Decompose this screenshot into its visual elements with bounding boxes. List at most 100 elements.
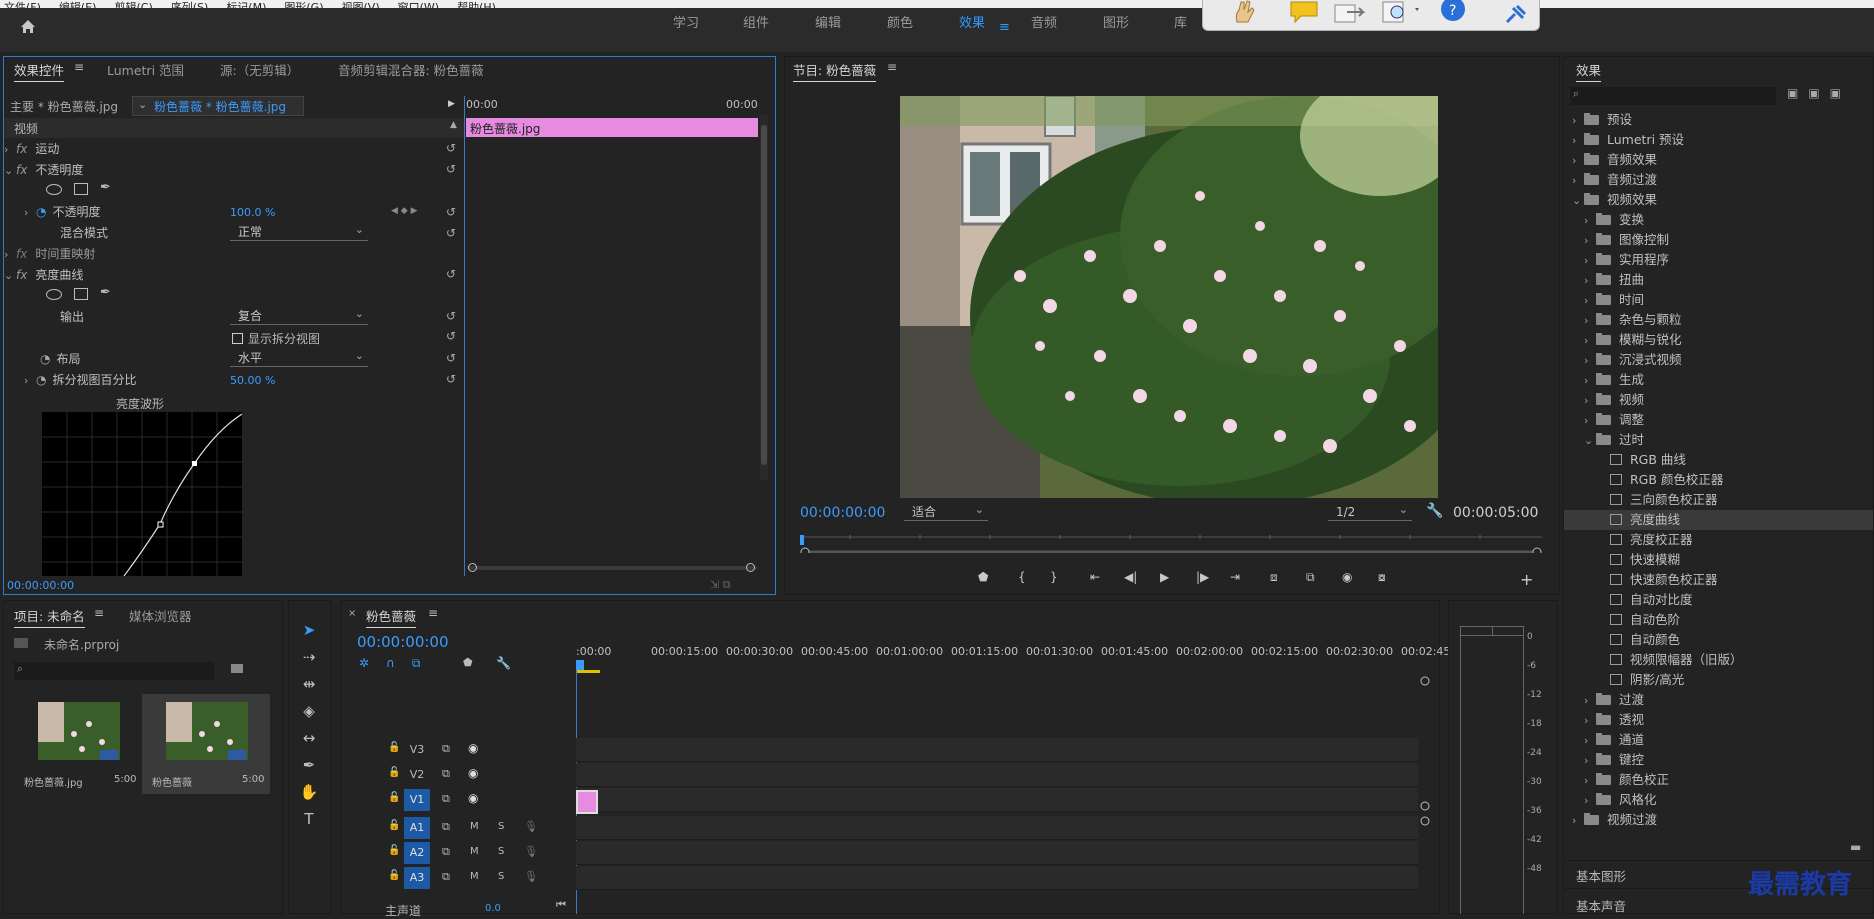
workspace-tab[interactable]: 库	[1174, 12, 1187, 32]
chevron-right-icon[interactable]: ›	[1584, 391, 1596, 411]
sync-lock-icon[interactable]: ⧉	[442, 820, 450, 834]
project-search-input[interactable]	[14, 662, 214, 680]
razor-tool-icon[interactable]: ◈	[296, 699, 322, 723]
chevron-right-icon[interactable]: ›	[1584, 291, 1596, 311]
sync-lock-icon[interactable]: ⧉	[442, 870, 450, 884]
hand-tool-icon[interactable]: ✋	[296, 780, 322, 804]
selection-tool-icon[interactable]: ➤	[296, 618, 322, 642]
effects-tree-item[interactable]: › 视频过渡	[1572, 810, 1657, 830]
reset-icon[interactable]: ↺	[446, 142, 458, 154]
effects-tree-item[interactable]: 三向颜色校正器	[1596, 490, 1718, 510]
resolution-select[interactable]: 1/2	[1328, 502, 1412, 521]
chevron-right-icon[interactable]: ›	[1584, 271, 1596, 291]
workspace-tab[interactable]: 组件	[743, 12, 769, 32]
effects-tree-item[interactable]: › 音频过渡	[1572, 170, 1657, 190]
workspace-tab[interactable]: 图形	[1103, 12, 1129, 32]
reset-icon[interactable]: ↺	[446, 268, 458, 280]
track-target-v1[interactable]: V1	[404, 789, 430, 811]
effects-tree-item[interactable]: › 视频	[1584, 390, 1644, 410]
reset-icon[interactable]: ↺	[446, 330, 458, 342]
mark-in-icon[interactable]: {	[1018, 570, 1026, 584]
track-lane-v3[interactable]	[576, 738, 1418, 762]
zoom-handle-right[interactable]	[746, 563, 755, 572]
effect-luma-curve[interactable]: ⌄ fx 亮度曲线	[4, 265, 83, 285]
effects-tree-item[interactable]: › 预设	[1572, 110, 1632, 130]
step-forward-icon[interactable]: |▶	[1196, 570, 1209, 584]
effects-tree-item[interactable]: › 通道	[1584, 730, 1644, 750]
workspace-tab[interactable]: 音频	[1031, 12, 1057, 32]
layout-select[interactable]: 水平	[230, 348, 368, 367]
track-lane-a1[interactable]	[576, 816, 1418, 840]
fit-select[interactable]: 适合	[904, 502, 988, 521]
play-only-icon[interactable]: ▶	[448, 99, 455, 109]
tab-source[interactable]: 源:（无剪辑）	[220, 60, 299, 79]
add-marker-icon[interactable]: ⬟	[978, 570, 988, 584]
microphone-icon[interactable]: 🎙	[524, 820, 538, 833]
effects-tree-item[interactable]: 自动颜色	[1596, 630, 1680, 650]
effects-tree-item[interactable]: 阴影/高光	[1596, 670, 1684, 690]
slip-tool-icon[interactable]: ↔	[296, 726, 322, 750]
track-target-v2[interactable]: V2	[404, 764, 430, 786]
add-marker-icon[interactable]: ⬟	[463, 656, 473, 669]
v1-clip[interactable]	[576, 790, 598, 814]
effect-time-remap[interactable]: › fx 时间重映射	[4, 244, 95, 264]
wrench-icon[interactable]: 🔧	[496, 656, 511, 670]
wrench-icon[interactable]: 🔧	[1426, 503, 1443, 519]
effects-tree-item[interactable]: › 风格化	[1584, 790, 1657, 810]
effects-tree-item[interactable]: › 时间	[1584, 290, 1644, 310]
close-icon[interactable]: ×	[348, 608, 356, 619]
workspace-tab[interactable]: 编辑	[815, 12, 841, 32]
opacity-property[interactable]: › ◔ 不透明度	[24, 202, 101, 222]
chevron-right-icon[interactable]: ›	[1572, 811, 1584, 831]
split-percent-value[interactable]: 50.00 %	[230, 374, 275, 387]
lift-icon[interactable]: ⧈	[1270, 570, 1278, 585]
tab-audio-clip-mixer[interactable]: 音频剪辑混合器: 粉色蔷薇	[338, 60, 484, 79]
type-tool-icon[interactable]: T	[296, 807, 322, 831]
extract-icon[interactable]: ⧉	[1306, 570, 1315, 585]
effects-tree-item[interactable]: › 调整	[1584, 410, 1644, 430]
panel-menu-icon[interactable]: ≡	[428, 606, 438, 620]
track-lane-a3[interactable]	[576, 866, 1418, 890]
chevron-right-icon[interactable]: ›	[1584, 311, 1596, 331]
effect-controls-timecode[interactable]: 00:00:00:00	[7, 579, 74, 592]
reset-icon[interactable]: ↺	[446, 163, 458, 175]
pen-mask-icon[interactable]: ✒	[100, 285, 111, 300]
help-icon[interactable]: ?	[1440, 0, 1466, 24]
keyframe-nav-icon[interactable]: ◀ ◆ ▶	[391, 206, 418, 216]
timeline-options-icons[interactable]: ✲∩⧉	[359, 656, 437, 671]
ripple-edit-tool-icon[interactable]: ⇹	[296, 672, 322, 696]
program-video-frame[interactable]	[900, 96, 1438, 498]
effects-tree-item[interactable]: › Lumetri 预设	[1572, 130, 1684, 150]
chevron-right-icon[interactable]: ›	[1584, 331, 1596, 351]
chevron-right-icon[interactable]: ›	[1584, 351, 1596, 371]
play-icon[interactable]: ▶	[1160, 570, 1169, 584]
export-frame-icon[interactable]: ◉	[1342, 570, 1352, 584]
hand-icon[interactable]	[1231, 0, 1257, 24]
sync-lock-icon[interactable]: ⧉	[442, 792, 450, 806]
rectangle-mask-icon[interactable]	[74, 288, 88, 300]
chevron-right-icon[interactable]: ›	[1584, 731, 1596, 751]
export-frame-icon[interactable]: ⇲ ⧉	[710, 578, 731, 592]
vertical-zoom-bar[interactable]	[1420, 676, 1430, 826]
eye-icon[interactable]: ◉	[468, 741, 478, 755]
effects-tree-item[interactable]: RGB 曲线	[1596, 450, 1686, 470]
split-view-checkbox[interactable]	[232, 333, 243, 344]
effects-tree-item[interactable]: › 实用程序	[1584, 250, 1669, 270]
sync-lock-icon[interactable]: ⧉	[442, 845, 450, 859]
new-bin-icon[interactable]: ▬	[1850, 840, 1861, 854]
track-lane-a2[interactable]	[576, 841, 1418, 865]
solo-icon[interactable]: S	[498, 821, 504, 832]
sync-lock-icon[interactable]: ⧉	[442, 742, 450, 756]
ellipse-mask-icon[interactable]	[46, 184, 62, 195]
effects-tree-item[interactable]: › 透视	[1584, 710, 1644, 730]
track-select-tool-icon[interactable]: ⇢	[296, 645, 322, 669]
tab-lumetri-scopes[interactable]: Lumetri 范围	[107, 60, 184, 79]
effects-tree-item[interactable]: › 生成	[1584, 370, 1644, 390]
effects-tree-item[interactable]: › 键控	[1584, 750, 1644, 770]
microphone-icon[interactable]: 🎙	[524, 870, 538, 883]
chevron-right-icon[interactable]: ›	[1584, 411, 1596, 431]
chevron-right-icon[interactable]: ›	[1584, 691, 1596, 711]
effects-tree-item[interactable]: › 沉浸式视频	[1584, 350, 1682, 370]
filter-icons[interactable]: ▣▣▣	[1787, 86, 1851, 100]
tab-effect-controls[interactable]: 效果控件	[14, 60, 65, 82]
